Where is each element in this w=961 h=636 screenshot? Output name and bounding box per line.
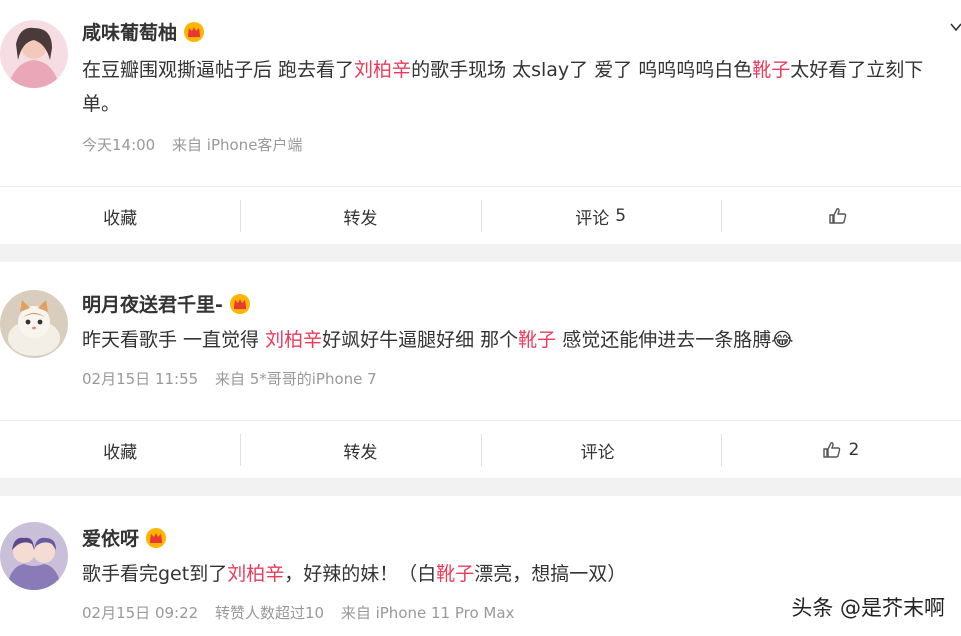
highlighted-keyword[interactable]: 刘柏辛 — [265, 329, 322, 351]
repost-label: 转发 — [343, 208, 378, 229]
post-time[interactable]: 02月15日 11:55 — [82, 370, 198, 388]
crown-icon — [229, 293, 251, 315]
post-meta: 今天14:00 来自 iPhone客户端 — [82, 134, 314, 155]
post-time[interactable]: 今天14:00 — [82, 136, 155, 154]
highlighted-keyword[interactable]: 刘柏辛 — [354, 59, 411, 81]
watermark: 头条 @是芥末啊 — [791, 596, 945, 620]
content-text: 漂亮，想搞一双） — [474, 563, 627, 585]
comment-label: 评论 — [580, 442, 615, 463]
avatar[interactable] — [0, 522, 68, 590]
content-text: 的歌手现场 太slay了 爱了 呜呜呜呜白色 — [411, 59, 753, 81]
highlighted-keyword[interactable]: 刘柏辛 — [227, 563, 284, 585]
username[interactable]: 明月夜送君千里- — [82, 290, 251, 317]
thumbs-up-icon — [828, 206, 848, 226]
content-text: ，好辣的妹！（白 — [284, 563, 437, 585]
post-content: 昨天看歌手 一直觉得 刘柏辛好飒好牛逼腿好细 那个靴子 感觉还能伸进去一条胳膊😂 — [82, 323, 952, 357]
username[interactable]: 爱依呀 — [82, 524, 167, 551]
collect-label: 收藏 — [103, 208, 138, 229]
action-bar: 收藏 转发 评论 5 — [0, 186, 961, 245]
post-source: 来自 5*哥哥的iPhone 7 — [214, 370, 377, 388]
avatar[interactable] — [0, 20, 68, 88]
post-content: 歌手看完get到了刘柏辛，好辣的妹！（白靴子漂亮，想搞一双） — [82, 557, 952, 591]
post-source: 来自 iPhone 11 Pro Max — [340, 604, 515, 622]
username[interactable]: 咸味葡萄柚 — [82, 18, 205, 45]
weibo-post-1: 咸味葡萄柚 在豆瓣围观撕逼帖子后 跑去看了刘柏辛的歌手现场 太slay了 爱了 … — [0, 0, 961, 244]
collect-label: 收藏 — [103, 442, 138, 463]
like-count: 2 — [848, 440, 860, 460]
highlighted-keyword[interactable]: 靴子 — [518, 329, 556, 351]
username-text[interactable]: 明月夜送君千里- — [82, 290, 223, 317]
highlighted-keyword[interactable]: 靴子 — [752, 59, 790, 81]
repost-button[interactable]: 转发 — [240, 187, 480, 245]
comment-button[interactable]: 评论 5 — [480, 187, 721, 245]
comment-label: 评论 — [575, 208, 610, 229]
username-text[interactable]: 咸味葡萄柚 — [82, 18, 177, 45]
avatar[interactable] — [0, 290, 68, 358]
collect-button[interactable]: 收藏 — [0, 187, 240, 245]
post-time[interactable]: 02月15日 09:22 — [82, 604, 198, 622]
crown-icon — [183, 21, 205, 43]
thumbs-up-icon — [822, 440, 842, 460]
repost-button[interactable]: 转发 — [240, 421, 480, 479]
content-text: 昨天看歌手 一直觉得 — [82, 329, 266, 351]
repost-like-note: 转赞人数超过10 — [214, 604, 325, 622]
post-content: 在豆瓣围观撕逼帖子后 跑去看了刘柏辛的歌手现场 太slay了 爱了 呜呜呜呜白色… — [82, 53, 952, 121]
post-source: 来自 iPhone客户端 — [172, 136, 303, 154]
content-text: 在豆瓣围观撕逼帖子后 跑去看了 — [82, 59, 355, 81]
content-text: 歌手看完get到了 — [82, 563, 228, 585]
collect-button[interactable]: 收藏 — [0, 421, 240, 479]
comment-button[interactable]: 评论 — [480, 421, 721, 479]
like-button[interactable]: 2 — [720, 421, 961, 479]
username-text[interactable]: 爱依呀 — [82, 524, 139, 551]
highlighted-keyword[interactable]: 靴子 — [436, 563, 474, 585]
comment-count: 5 — [615, 206, 627, 226]
weibo-post-2: 明月夜送君千里- 昨天看歌手 一直觉得 刘柏辛好飒好牛逼腿好细 那个靴子 感觉还… — [0, 262, 961, 478]
content-text: 好飒好牛逼腿好细 那个 — [322, 329, 519, 351]
content-text: 感觉还能伸进去一条胳膊😂 — [556, 329, 794, 351]
crown-icon — [145, 527, 167, 549]
action-bar: 收藏 转发 评论 2 — [0, 420, 961, 479]
repost-label: 转发 — [343, 442, 378, 463]
chevron-down-icon[interactable] — [949, 20, 961, 34]
post-meta: 02月15日 09:22 转赞人数超过10 来自 iPhone 11 Pro M… — [82, 602, 526, 623]
post-meta: 02月15日 11:55 来自 5*哥哥的iPhone 7 — [82, 368, 389, 389]
like-button[interactable] — [720, 187, 961, 245]
